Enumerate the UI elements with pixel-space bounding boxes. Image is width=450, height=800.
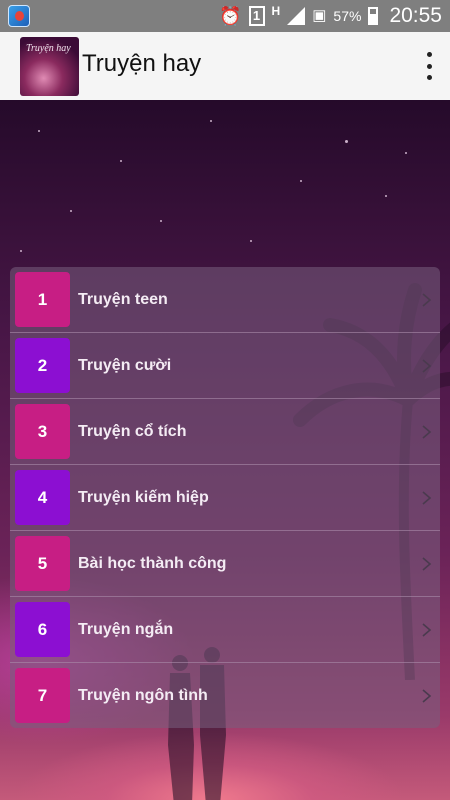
item-label: Truyện ngắn	[78, 621, 174, 638]
app-bar: Truyện hay Truyện hay	[0, 32, 450, 100]
chevron-right-icon	[422, 293, 432, 307]
item-number-badge: 5	[15, 536, 70, 591]
item-number-badge: 6	[15, 602, 70, 657]
item-number-badge: 1	[15, 272, 70, 327]
list-item[interactable]: 1 Truyện teen	[10, 267, 440, 333]
list-item[interactable]: 5 Bài học thành công	[10, 531, 440, 597]
more-vert-icon[interactable]	[422, 52, 436, 80]
battery-icon	[368, 7, 379, 25]
clock: 20:55	[389, 4, 442, 27]
item-label: Truyện cổ tích	[78, 423, 187, 440]
battery-percent: 57%	[333, 8, 362, 24]
signal-icon	[287, 7, 306, 25]
item-number-badge: 3	[15, 404, 70, 459]
chevron-right-icon	[422, 557, 432, 571]
list-item[interactable]: 3 Truyện cổ tích	[10, 399, 440, 465]
app-logo-text: Truyện hay	[26, 43, 71, 54]
list-item[interactable]: 7 Truyện ngôn tình	[10, 663, 440, 728]
list-item[interactable]: 2 Truyện cười	[10, 333, 440, 399]
chevron-right-icon	[422, 359, 432, 373]
status-icons: ⏰ 1 H ▣ 57% 20:55	[219, 0, 442, 32]
item-label: Truyện teen	[78, 291, 168, 308]
list-item[interactable]: 6 Truyện ngắn	[10, 597, 440, 663]
alarm-clock-icon: ⏰	[219, 6, 242, 26]
data-saver-icon: ▣	[312, 7, 327, 24]
app-title: Truyện hay	[82, 50, 202, 77]
notification-app-icon	[8, 5, 30, 27]
list-item[interactable]: 4 Truyện kiếm hiệp	[10, 465, 440, 531]
chevron-right-icon	[422, 689, 432, 703]
chevron-right-icon	[422, 425, 432, 439]
item-number-badge: 7	[15, 668, 70, 723]
item-number-badge: 4	[15, 470, 70, 525]
network-type-label: H	[271, 4, 281, 18]
item-label: Truyện ngôn tình	[78, 687, 208, 704]
status-bar: ⏰ 1 H ▣ 57% 20:55	[0, 0, 450, 32]
chevron-right-icon	[422, 491, 432, 505]
item-label: Bài học thành công	[78, 555, 227, 572]
app-logo: Truyện hay	[20, 37, 79, 96]
sim-card-icon: 1	[248, 6, 265, 26]
chevron-right-icon	[422, 623, 432, 637]
story-category-list: 1 Truyện teen 2 Truyện cười 3 Truyện cổ …	[10, 267, 440, 728]
item-number-badge: 2	[15, 338, 70, 393]
item-label: Truyện kiếm hiệp	[78, 489, 209, 506]
item-label: Truyện cười	[78, 357, 172, 374]
